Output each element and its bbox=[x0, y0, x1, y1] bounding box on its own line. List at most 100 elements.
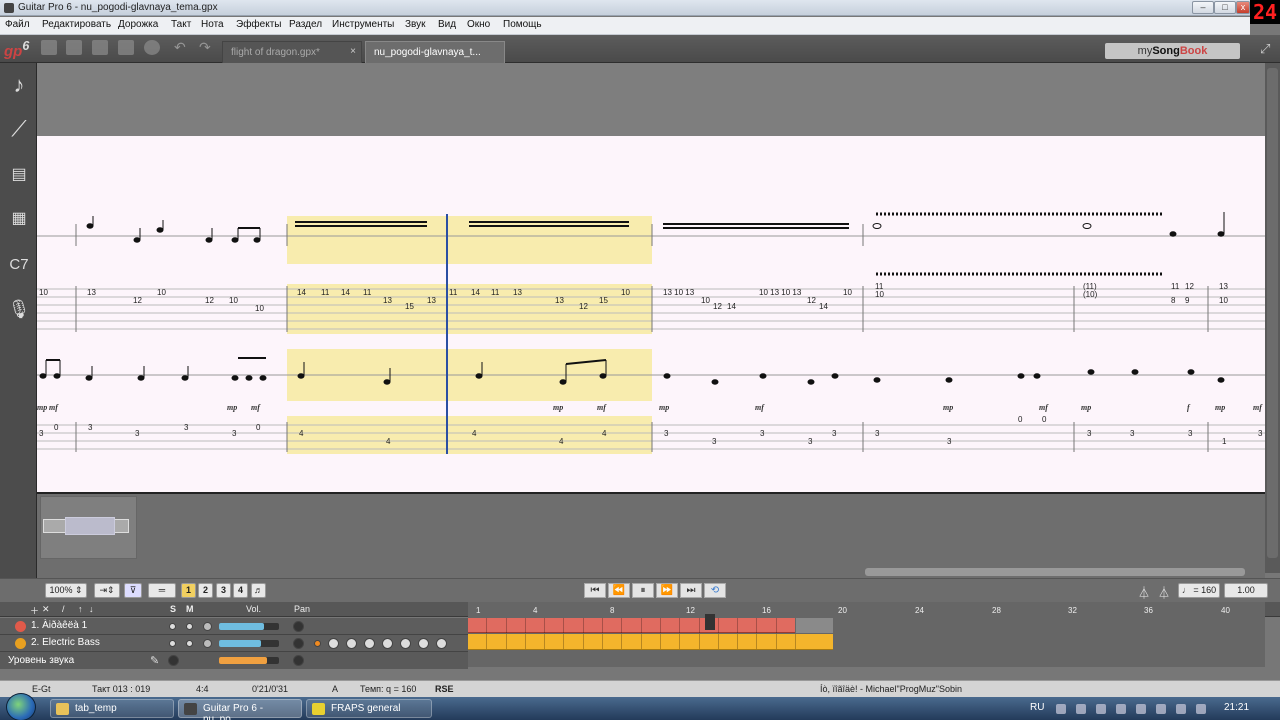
tab-flight-of-dragon[interactable]: flight of dragon.gpx* × bbox=[222, 41, 362, 63]
visibility-icon[interactable] bbox=[203, 639, 212, 648]
visibility-icon[interactable] bbox=[203, 622, 212, 631]
loop-button[interactable]: ⟲ bbox=[704, 583, 726, 598]
chord-icon[interactable]: C7 bbox=[5, 251, 33, 279]
microphone-icon[interactable]: 🎙 bbox=[5, 295, 33, 323]
timeline-bar-cell[interactable] bbox=[622, 634, 642, 649]
score-sheet[interactable]: 10 13 12 10 12 10 10 14 11 14 11 13 15 13 11 14 11 13… bbox=[37, 136, 1265, 492]
mute-toggle[interactable] bbox=[186, 640, 193, 647]
move-up-icon[interactable]: ↑ bbox=[78, 604, 83, 614]
voice-1-button[interactable]: 1 bbox=[181, 583, 196, 598]
track-2-timeline-bar[interactable] bbox=[468, 634, 833, 650]
menu-window[interactable]: Окно bbox=[467, 19, 490, 30]
tray-icon[interactable] bbox=[1156, 704, 1166, 714]
timeline-bar-cell[interactable] bbox=[603, 634, 623, 649]
tray-icon[interactable] bbox=[1056, 704, 1066, 714]
mysongbook-button[interactable]: mySongBook bbox=[1105, 43, 1240, 59]
voice-4-button[interactable]: 4 bbox=[233, 583, 248, 598]
keyboard-icon[interactable]: ▦ bbox=[5, 205, 33, 233]
speed-field[interactable]: 1.00 bbox=[1224, 583, 1268, 598]
timeline-bar-cell[interactable] bbox=[642, 634, 661, 649]
metronome-icon[interactable]: ⏃ bbox=[1138, 584, 1150, 601]
pan-knob[interactable] bbox=[293, 638, 304, 649]
vertical-scrollbar[interactable] bbox=[1265, 63, 1280, 573]
timeline-bar-cell[interactable] bbox=[584, 618, 604, 633]
undo-icon[interactable]: ↶ bbox=[174, 40, 190, 55]
timeline-bar-cell[interactable] bbox=[661, 634, 681, 649]
staff-toggle[interactable]: ═ bbox=[148, 583, 176, 598]
timeline-bar-cell[interactable] bbox=[777, 618, 797, 633]
timeline-bar-cell[interactable] bbox=[777, 634, 797, 649]
taskbar-item-tab-temp[interactable]: tab_temp bbox=[50, 699, 174, 718]
taskbar-item-fraps[interactable]: FRAPS general bbox=[306, 699, 432, 718]
eq-knob[interactable] bbox=[382, 638, 393, 649]
solo-toggle[interactable] bbox=[169, 640, 176, 647]
menu-note[interactable]: Нота bbox=[201, 19, 224, 30]
eq-knob[interactable] bbox=[400, 638, 411, 649]
pencil-icon[interactable]: ✎ bbox=[150, 654, 159, 667]
close-tab-icon[interactable]: × bbox=[350, 46, 356, 57]
menu-section[interactable]: Раздел bbox=[289, 19, 322, 30]
language-indicator[interactable]: RU bbox=[1030, 702, 1044, 713]
menu-help[interactable]: Помощь bbox=[503, 19, 542, 30]
close-button[interactable]: x bbox=[1236, 1, 1250, 14]
effect-indicator[interactable] bbox=[314, 640, 321, 647]
eq-knob[interactable] bbox=[364, 638, 375, 649]
master-knob[interactable] bbox=[168, 655, 179, 666]
pan-knob[interactable] bbox=[293, 621, 304, 632]
new-file-icon[interactable] bbox=[41, 40, 57, 55]
layout-select[interactable]: ⇥⇕ bbox=[94, 583, 120, 598]
page-thumbnail[interactable] bbox=[40, 496, 137, 559]
remove-track-icon[interactable]: ✕ bbox=[42, 604, 50, 615]
timeline-bar-cell[interactable] bbox=[565, 618, 584, 633]
timeline-bar-cell[interactable] bbox=[758, 618, 777, 633]
menu-sound[interactable]: Звук bbox=[405, 19, 426, 30]
rewind-button[interactable]: ⏪ bbox=[608, 583, 630, 598]
fast-forward-button[interactable]: ⏩ bbox=[656, 583, 678, 598]
timeline-bar-cell[interactable] bbox=[642, 618, 661, 633]
print-icon[interactable] bbox=[118, 40, 134, 55]
timeline-bar-cell[interactable] bbox=[565, 634, 584, 649]
timeline-cursor[interactable] bbox=[705, 614, 715, 630]
eq-knob[interactable] bbox=[418, 638, 429, 649]
timeline-bar-cell[interactable] bbox=[545, 618, 565, 633]
guitar-icon[interactable]: ⟋ bbox=[5, 115, 33, 143]
timeline-bar-cell[interactable] bbox=[487, 618, 507, 633]
track-row-1[interactable]: 1. Àiðàêëà 1 bbox=[0, 618, 468, 635]
menu-effects[interactable]: Эффекты bbox=[236, 19, 281, 30]
network-icon[interactable] bbox=[1176, 704, 1186, 714]
timeline-bar-cell[interactable] bbox=[603, 618, 623, 633]
timeline-bar-cell[interactable] bbox=[468, 618, 488, 633]
view-mode-icon[interactable]: ⊽ bbox=[124, 583, 142, 598]
master-volume-slider[interactable] bbox=[219, 657, 279, 664]
mute-toggle[interactable] bbox=[186, 623, 193, 630]
zoom-select[interactable]: 100% ⇕ bbox=[45, 583, 87, 598]
save-icon[interactable] bbox=[92, 40, 108, 55]
voice-2-button[interactable]: 2 bbox=[198, 583, 213, 598]
add-track-icon[interactable]: ＋ bbox=[30, 604, 39, 617]
redo-icon[interactable]: ↷ bbox=[199, 40, 215, 55]
clock[interactable]: 21:21 bbox=[1224, 702, 1249, 713]
taskbar-item-guitar-pro[interactable]: Guitar Pro 6 - nu_po... bbox=[178, 699, 302, 720]
tempo-field[interactable]: ♩ = 160 bbox=[1178, 583, 1220, 598]
minimize-button[interactable]: – bbox=[1192, 1, 1214, 14]
timeline-bar-cell[interactable] bbox=[661, 618, 681, 633]
pause-button[interactable]: ⏸ bbox=[632, 583, 654, 598]
menu-view[interactable]: Вид bbox=[438, 19, 456, 30]
note-entry-icon[interactable]: ♬ bbox=[251, 583, 266, 598]
menu-track[interactable]: Дорожка bbox=[118, 19, 158, 30]
menu-edit[interactable]: Редактировать bbox=[42, 19, 111, 30]
timeline-bar-cell[interactable] bbox=[719, 618, 739, 633]
timeline-bar-cell[interactable] bbox=[507, 634, 526, 649]
timeline-bar-cell[interactable] bbox=[468, 634, 488, 649]
go-to-end-button[interactable]: ⏭ bbox=[680, 583, 702, 598]
expand-icon[interactable]: ⤢ bbox=[1260, 41, 1270, 57]
master-pan-knob[interactable] bbox=[293, 655, 304, 666]
timeline-bar-cell[interactable] bbox=[526, 634, 546, 649]
timeline-bar-cell[interactable] bbox=[738, 634, 758, 649]
volume-slider[interactable] bbox=[219, 640, 279, 647]
tab-nu-pogodi[interactable]: nu_pogodi-glavnaya_t... bbox=[365, 41, 505, 63]
open-file-icon[interactable] bbox=[66, 40, 82, 55]
timeline-bar-cell[interactable] bbox=[758, 634, 777, 649]
info-icon[interactable] bbox=[144, 40, 160, 55]
timeline-bar-cell[interactable] bbox=[700, 634, 719, 649]
